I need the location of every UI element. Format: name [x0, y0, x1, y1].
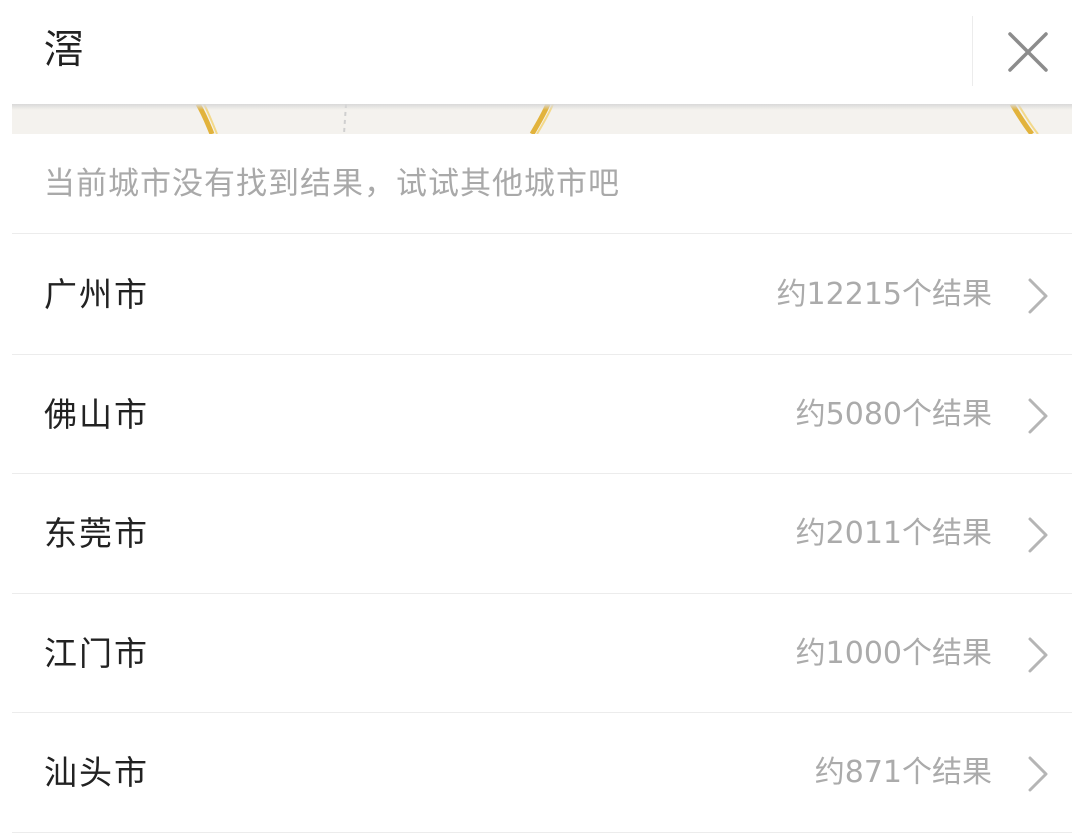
chevron-right-icon	[1028, 278, 1048, 314]
result-count: 约1000个结果	[795, 635, 992, 671]
chevron-right-icon	[1028, 398, 1048, 433]
result-count: 约12215个结果	[776, 277, 992, 312]
chevron-right-icon	[1028, 517, 1048, 553]
city-row-jiangmen[interactable]: 江门市 约1000个结果	[12, 593, 1072, 713]
city-name: 江门市	[44, 633, 149, 673]
result-count: 约2011个结果	[795, 516, 992, 551]
city-name: 汕头市	[44, 753, 149, 792]
search-bar-divider	[972, 16, 973, 86]
city-row-dongguan[interactable]: 东莞市 约2011个结果	[12, 474, 1072, 594]
no-results-notice: 当前城市没有找到结果，试试其他城市吧	[12, 134, 1072, 234]
search-bar-shadow	[12, 104, 1072, 110]
search-results-page: 当前城市没有找到结果，试试其他城市吧 广州市 约12215个结果 佛山市 约50…	[0, 0, 1080, 834]
result-count: 约871个结果	[814, 755, 992, 790]
city-name: 广州市	[44, 275, 149, 314]
city-row-guangzhou[interactable]: 广州市 约12215个结果	[12, 235, 1072, 355]
search-bar	[0, 0, 1080, 104]
notice-text: 当前城市没有找到结果，试试其他城市吧	[44, 166, 620, 202]
chevron-right-icon	[1028, 637, 1048, 672]
close-icon	[1008, 32, 1048, 72]
city-name: 佛山市	[44, 394, 149, 434]
city-row-shantou[interactable]: 汕头市 约871个结果	[12, 713, 1072, 833]
search-input[interactable]	[36, 18, 936, 82]
city-row-foshan[interactable]: 佛山市 约5080个结果	[12, 354, 1072, 474]
city-name: 东莞市	[44, 514, 149, 553]
chevron-right-icon	[1028, 756, 1048, 792]
result-count: 约5080个结果	[795, 396, 992, 432]
city-result-list: 广州市 约12215个结果 佛山市 约5080个结果 东莞市 约2011个结果 …	[12, 235, 1072, 833]
close-button[interactable]	[996, 20, 1060, 84]
